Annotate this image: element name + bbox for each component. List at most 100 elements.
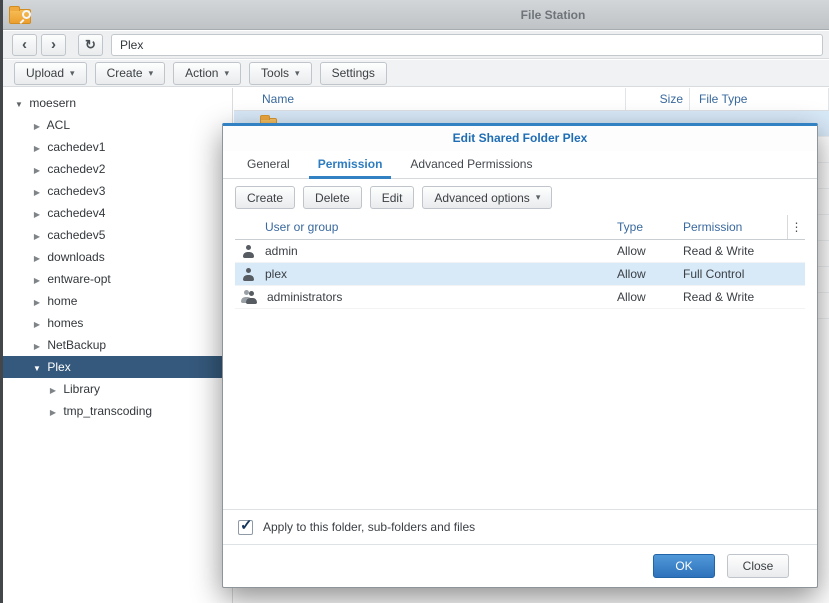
navigation-bar: ‹ › ↻ [0, 31, 829, 59]
sidebar-item-cachedev5[interactable]: ▶ cachedev5 [0, 224, 232, 246]
sidebar-item-label: NetBackup [47, 338, 107, 352]
sidebar-item-cachedev3[interactable]: ▶ cachedev3 [0, 180, 232, 202]
tools-button[interactable]: Tools ▾ [249, 61, 312, 85]
caret-down-icon: ▾ [70, 67, 75, 78]
dialog-footer: OK Close [223, 545, 817, 587]
titlebar: File Station [0, 0, 829, 30]
column-header-user-or-group[interactable]: User or group [235, 220, 617, 234]
apply-checkbox-row: ✓ Apply to this folder, sub-folders and … [223, 509, 817, 545]
sidebar-item-label: ACL [46, 118, 71, 132]
user-icon [241, 244, 256, 258]
ok-button[interactable]: OK [653, 554, 715, 578]
delete-permission-label: Delete [315, 190, 350, 205]
dialog-title: Edit Shared Folder Plex [223, 126, 817, 151]
permission-type: Allow [617, 244, 646, 258]
caret-down-icon: ▾ [295, 67, 300, 78]
upload-button[interactable]: Upload ▾ [14, 61, 87, 85]
sidebar-item-label: cachedev1 [47, 140, 106, 154]
column-header-file-type[interactable]: File Type [689, 88, 829, 110]
dialog-toolbar: Create Delete Edit Advanced options ▾ [223, 179, 817, 215]
settings-button[interactable]: Settings [319, 61, 387, 85]
chevron-right-icon: ▶ [33, 320, 41, 329]
column-header-permission[interactable]: Permission [683, 220, 787, 234]
table-row[interactable]: administrators Allow Read & Write [235, 286, 805, 309]
magnifier-icon [22, 10, 31, 19]
sidebar-item-cachedev4[interactable]: ▶ cachedev4 [0, 202, 232, 224]
sidebar-item-cachedev1[interactable]: ▶ cachedev1 [0, 136, 232, 158]
tab-general[interactable]: General [233, 151, 304, 178]
delete-permission-button[interactable]: Delete [303, 186, 362, 209]
path-input[interactable] [111, 33, 823, 56]
action-button[interactable]: Action ▾ [173, 61, 242, 85]
sidebar-item-home[interactable]: ▶ home [0, 290, 232, 312]
advanced-options-button[interactable]: Advanced options ▾ [422, 186, 553, 209]
permission-value: Full Control [683, 267, 745, 281]
settings-button-label: Settings [331, 66, 375, 80]
sidebar-item-library[interactable]: ▶ Library [0, 378, 232, 400]
permission-value: Read & Write [683, 290, 755, 304]
sidebar-item-acl[interactable]: ▶ ACL [0, 114, 232, 136]
tab-permission[interactable]: Permission [304, 151, 397, 179]
table-row[interactable]: plex Allow Full Control [235, 263, 805, 286]
sidebar-item-netbackup[interactable]: ▶ NetBackup [0, 334, 232, 356]
sidebar-item-label: cachedev5 [47, 228, 106, 242]
sidebar-item-cachedev2[interactable]: ▶ cachedev2 [0, 158, 232, 180]
tools-button-label: Tools [261, 66, 290, 80]
user-name: administrators [267, 290, 343, 304]
sidebar-item-tmp-transcoding[interactable]: ▶ tmp_transcoding [0, 400, 232, 422]
sidebar-item-homes[interactable]: ▶ homes [0, 312, 232, 334]
close-button[interactable]: Close [727, 554, 789, 578]
caret-down-icon: ▾ [535, 192, 541, 202]
permission-table-header: User or group Type Permission ⋮ [235, 215, 805, 240]
create-button[interactable]: Create ▾ [94, 61, 166, 85]
sidebar-item-label: cachedev4 [47, 206, 106, 220]
sidebar-item-label: home [47, 294, 78, 308]
upload-button-label: Upload [26, 66, 65, 80]
sidebar-item-label: entware-opt [47, 272, 111, 286]
apply-checkbox[interactable]: ✓ [238, 517, 253, 535]
window-title: File Station [520, 8, 586, 22]
permission-type: Allow [617, 267, 646, 281]
chevron-right-icon: ▶ [33, 166, 41, 175]
table-row[interactable]: admin Allow Read & Write [235, 240, 805, 263]
column-options-icon[interactable]: ⋮ [787, 215, 805, 239]
chevron-right-icon: ▶ [33, 144, 41, 153]
sidebar-item-moesern[interactable]: ▼ moesern [0, 92, 232, 114]
caret-down-icon: ▾ [148, 67, 154, 78]
sidebar-item-label: downloads [47, 250, 105, 264]
back-icon: ‹ [22, 36, 27, 53]
sidebar-item-plex[interactable]: ▼ Plex [0, 356, 232, 378]
group-icon [241, 290, 258, 304]
sidebar-item-label: tmp_transcoding [63, 404, 153, 418]
edit-permission-label: Edit [381, 190, 403, 205]
column-header-size[interactable]: Size [625, 88, 689, 110]
edit-permission-button[interactable]: Edit [369, 186, 415, 209]
refresh-icon: ↻ [85, 37, 96, 52]
action-button-label: Action [185, 66, 219, 80]
chevron-right-icon: ▶ [33, 188, 41, 197]
file-station-app-icon[interactable] [9, 5, 34, 25]
chevron-right-icon: ▶ [49, 408, 57, 417]
main-toolbar: Upload ▾ Create ▾ Action ▾ Tools ▾ Setti… [0, 60, 829, 87]
column-header-type[interactable]: Type [617, 220, 683, 234]
user-icon [241, 267, 256, 281]
dialog-tabs: General Permission Advanced Permissions [223, 151, 817, 179]
sidebar-item-downloads[interactable]: ▶ downloads [0, 246, 232, 268]
sidebar-item-label: moesern [29, 96, 77, 110]
sidebar-item-label: cachedev3 [47, 184, 106, 198]
create-permission-button[interactable]: Create [235, 186, 296, 209]
refresh-button[interactable]: ↻ [78, 33, 103, 56]
chevron-right-icon: ▶ [33, 232, 41, 241]
apply-checkbox-label: Apply to this folder, sub-folders and fi… [263, 520, 476, 534]
back-button[interactable]: ‹ [12, 33, 37, 56]
sidebar-item-entware-opt[interactable]: ▶ entware-opt [0, 268, 232, 290]
caret-down-icon: ▾ [224, 67, 230, 78]
chevron-right-icon: ▶ [33, 210, 41, 219]
chevron-right-icon: ▶ [33, 122, 41, 131]
user-name: plex [265, 267, 288, 281]
sidebar-item-label: homes [47, 316, 84, 330]
forward-button[interactable]: › [41, 33, 66, 56]
edit-shared-folder-dialog: Edit Shared Folder Plex General Permissi… [222, 123, 818, 588]
column-header-name[interactable]: Name [234, 92, 625, 106]
tab-advanced-permissions[interactable]: Advanced Permissions [396, 151, 546, 178]
